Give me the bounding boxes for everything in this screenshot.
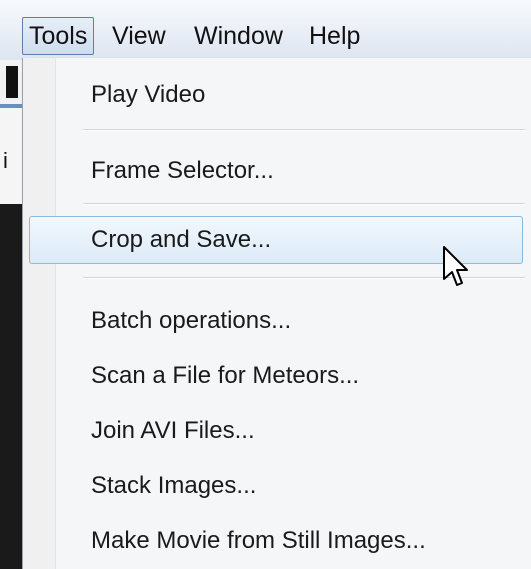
menu-bar: Tools View Window Help [0,0,531,61]
video-area-fragment [0,204,22,569]
toolbar-fragment [0,60,22,104]
mouse-pointer-icon [443,246,468,286]
menu-separator [83,203,525,205]
menu-separator [83,129,525,131]
menu-item-make-movie-from-still-images[interactable]: Make Movie from Still Images... [29,517,523,565]
menu-window[interactable]: Window [188,17,289,55]
background-window-edge: i [0,60,22,569]
tools-dropdown-menu: Play Video Frame Selector... Crop and Sa… [22,58,531,569]
menu-view[interactable]: View [106,17,172,55]
menu-item-scan-file-for-meteors[interactable]: Scan a File for Meteors... [29,352,523,400]
menu-item-play-video[interactable]: Play Video [29,71,523,119]
menu-item-join-avi-files[interactable]: Join AVI Files... [29,407,523,455]
menu-item-stack-images[interactable]: Stack Images... [29,462,523,510]
menu-tools[interactable]: Tools [22,17,95,55]
panel-text-fragment: i [3,148,8,173]
menu-item-batch-operations[interactable]: Batch operations... [29,297,523,345]
panel-fragment: i [0,108,22,205]
menu-item-frame-selector[interactable]: Frame Selector... [29,147,523,195]
menu-help[interactable]: Help [303,17,366,55]
